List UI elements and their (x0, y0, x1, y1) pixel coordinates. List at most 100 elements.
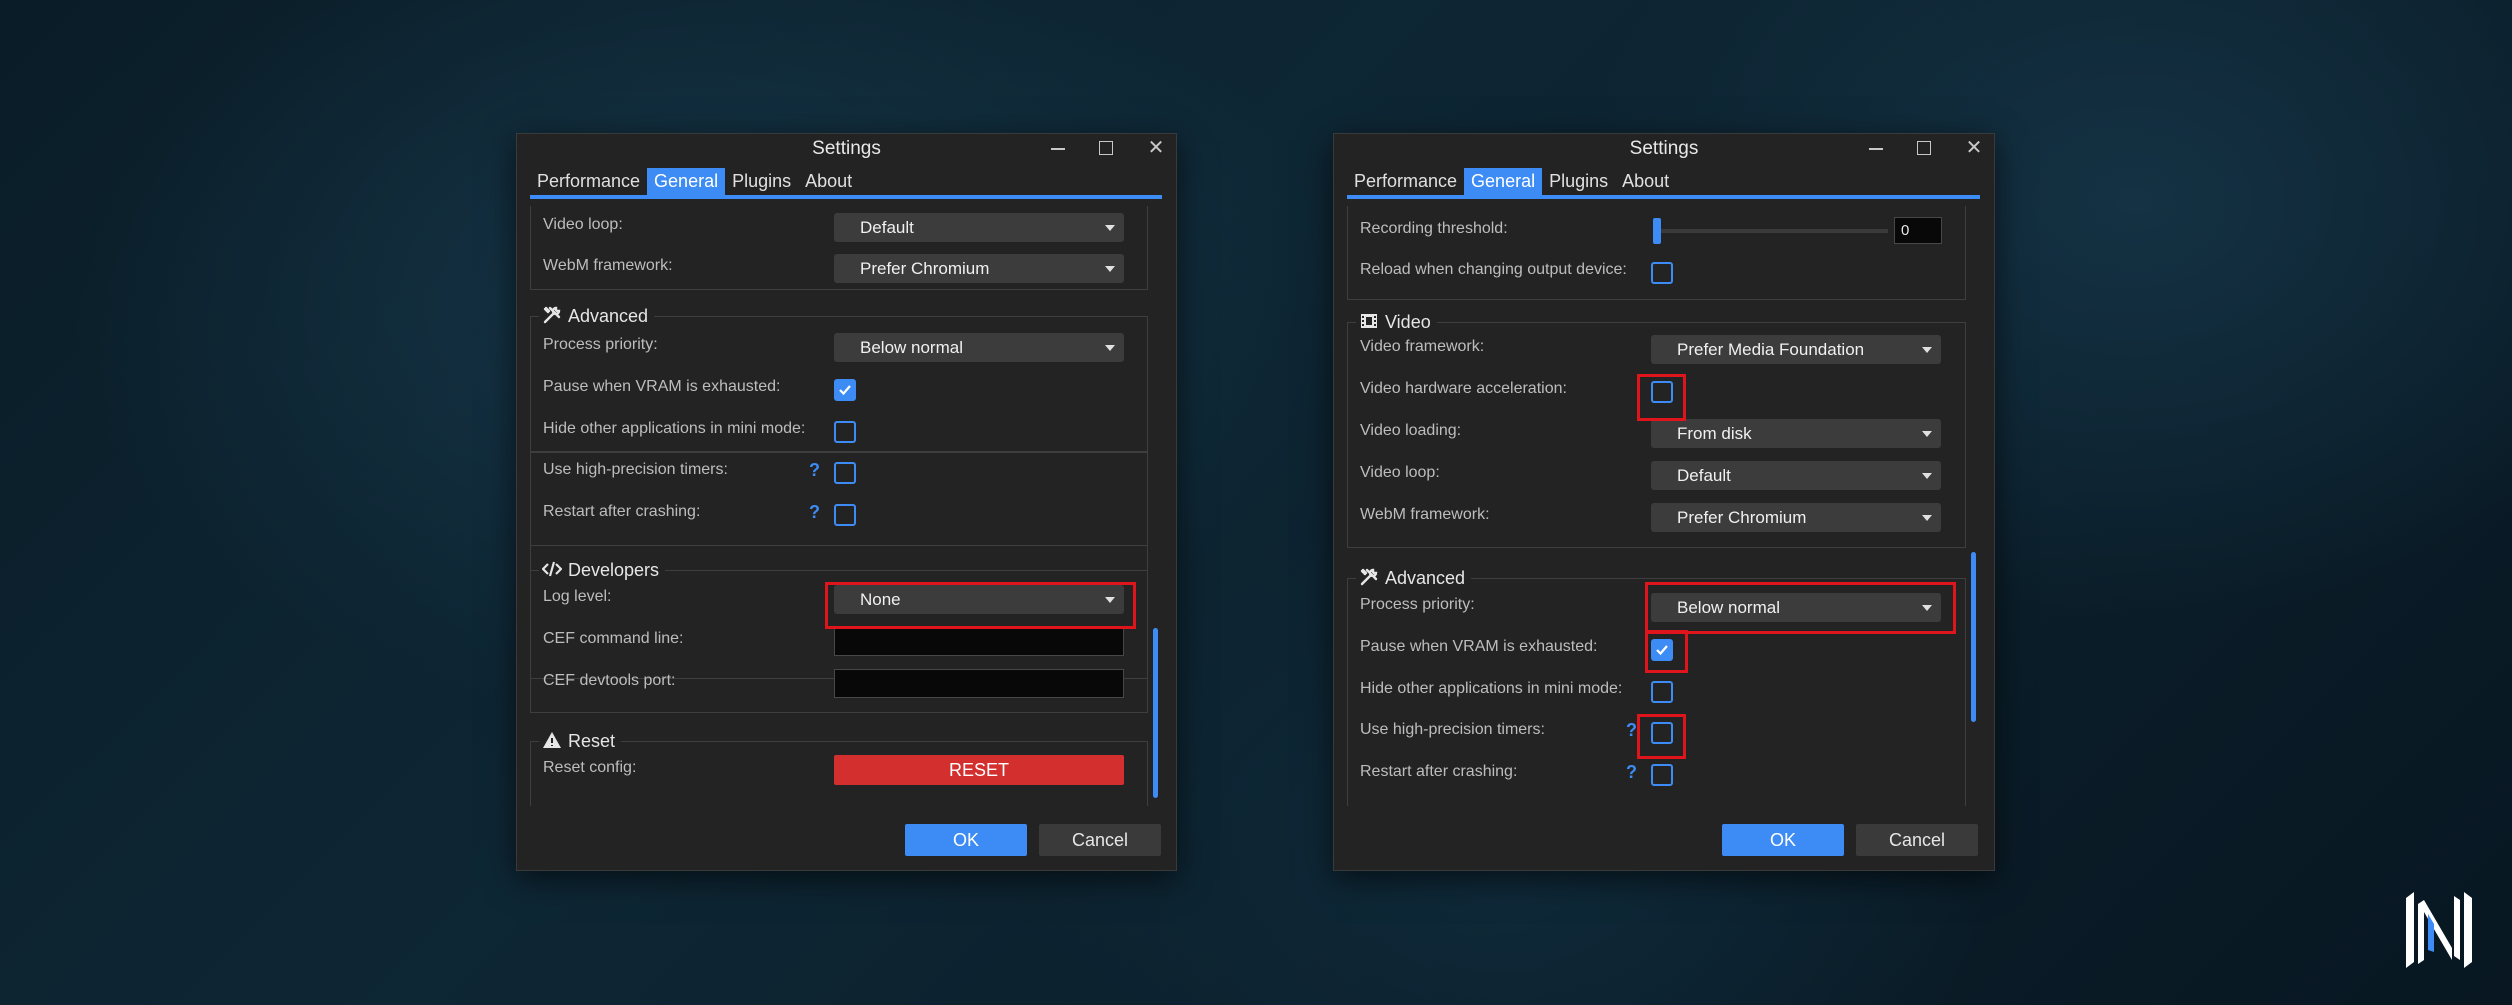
restart-label: Restart after crashing: (543, 503, 701, 520)
video-loop-select[interactable]: Default (834, 213, 1124, 242)
tab-about[interactable]: About (798, 168, 859, 195)
chevron-down-icon (1922, 605, 1932, 611)
webm-framework-value: Prefer Chromium (860, 259, 990, 278)
log-level-select[interactable]: None (834, 585, 1124, 614)
ok-button[interactable]: OK (905, 824, 1027, 856)
pause-vram-label: Pause when VRAM is exhausted: (543, 378, 781, 395)
process-priority-row: Process priority: Below normal (1348, 589, 1965, 625)
maximize-button[interactable] (1912, 136, 1936, 160)
high-precision-checkbox[interactable] (1651, 722, 1673, 744)
help-icon[interactable]: ? (809, 460, 820, 481)
recording-threshold-input[interactable]: 0 (1894, 217, 1942, 244)
video-group: Video Video framework: Prefer Media Foun… (1347, 311, 1966, 548)
cef-command-line-input[interactable] (834, 627, 1124, 656)
chevron-down-icon (1922, 431, 1932, 437)
advanced-group-title: Advanced (1356, 567, 1472, 589)
reload-output-row: Reload when changing output device: (1348, 254, 1965, 290)
cef-command-line-label: CEF command line: (543, 630, 684, 647)
chevron-down-icon (1105, 345, 1115, 351)
maximize-icon (1917, 140, 1931, 155)
help-icon[interactable]: ? (809, 502, 820, 523)
restart-checkbox[interactable] (834, 504, 856, 526)
chevron-down-icon (1105, 597, 1115, 603)
webm-framework-value: Prefer Chromium (1677, 508, 1807, 527)
video-loop-label: Video loop: (543, 216, 623, 233)
title-bar[interactable]: Settings ✕ (1334, 134, 1994, 164)
reset-title-text: Reset (568, 731, 616, 751)
title-bar[interactable]: Settings ✕ (517, 134, 1176, 164)
video-framework-select[interactable]: Prefer Media Foundation (1651, 335, 1941, 364)
tab-general[interactable]: General (647, 168, 726, 195)
chevron-down-icon (1922, 347, 1932, 353)
advanced-group-title: Advanced (539, 305, 655, 327)
reset-config-label: Reset config: (543, 759, 637, 776)
video-hw-accel-checkbox[interactable] (1651, 381, 1673, 403)
pause-vram-row: Pause when VRAM is exhausted: (1348, 631, 1965, 667)
settings-window-left: Settings ✕ Performance General Plugins A… (516, 133, 1177, 871)
audio-group-partial: Recording threshold: 0 Reload when chang… (1347, 206, 1966, 300)
webm-framework-select[interactable]: Prefer Chromium (834, 254, 1124, 283)
video-loop-value: Default (860, 218, 914, 237)
maximize-icon (1099, 140, 1113, 155)
minimize-icon (1051, 148, 1065, 151)
hide-apps-row: Hide other applications in mini mode: (531, 413, 1147, 449)
pause-vram-label: Pause when VRAM is exhausted: (1360, 638, 1598, 655)
restart-checkbox[interactable] (1651, 764, 1673, 786)
process-priority-value: Below normal (860, 338, 963, 357)
close-button[interactable]: ✕ (1144, 136, 1168, 160)
maximize-button[interactable] (1094, 136, 1118, 160)
high-precision-row: Use high-precision timers: ? (1348, 714, 1965, 750)
video-loop-value: Default (1677, 466, 1731, 485)
tab-general[interactable]: General (1464, 168, 1543, 195)
chevron-down-icon (1922, 473, 1932, 479)
reset-button[interactable]: RESET (834, 755, 1124, 785)
video-group-partial: Video loop: Default WebM framework: Pref… (530, 206, 1148, 290)
tab-performance[interactable]: Performance (530, 168, 647, 195)
high-precision-checkbox[interactable] (834, 462, 856, 484)
help-icon[interactable]: ? (1626, 720, 1637, 741)
recording-threshold-slider[interactable] (1653, 229, 1888, 233)
slider-handle[interactable] (1653, 218, 1661, 244)
hide-apps-checkbox[interactable] (834, 421, 856, 443)
hide-apps-label: Hide other applications in mini mode: (543, 420, 806, 437)
process-priority-select[interactable]: Below normal (1651, 593, 1941, 622)
developers-group: Developers Log level: None CEF command l… (530, 559, 1148, 713)
video-framework-value: Prefer Media Foundation (1677, 340, 1865, 359)
close-icon: ✕ (1147, 137, 1165, 159)
minimize-button[interactable] (1864, 136, 1888, 160)
cef-devtools-port-input[interactable] (834, 669, 1124, 698)
cancel-button[interactable]: Cancel (1856, 824, 1978, 856)
ok-button[interactable]: OK (1722, 824, 1844, 856)
tab-plugins[interactable]: Plugins (1542, 168, 1615, 195)
video-loading-label: Video loading: (1360, 422, 1462, 439)
hide-apps-checkbox[interactable] (1651, 681, 1673, 703)
process-priority-row: Process priority: Below normal (531, 329, 1147, 365)
restart-row: Restart after crashing: ? (531, 496, 1147, 532)
scrollbar[interactable] (1153, 628, 1158, 798)
webm-framework-select[interactable]: Prefer Chromium (1651, 503, 1941, 532)
advanced-title-text: Advanced (568, 306, 649, 326)
reload-output-checkbox[interactable] (1651, 262, 1673, 284)
tab-about[interactable]: About (1615, 168, 1676, 195)
scrollbar[interactable] (1971, 552, 1976, 722)
tab-performance[interactable]: Performance (1347, 168, 1464, 195)
pause-vram-row: Pause when VRAM is exhausted: (531, 371, 1147, 407)
reset-group-title: Reset (539, 730, 622, 752)
settings-scroll-area: Recording threshold: 0 Reload when chang… (1347, 206, 1966, 806)
advanced-title-text: Advanced (1385, 568, 1466, 588)
cef-command-line-row: CEF command line: (531, 623, 1147, 659)
minimize-button[interactable] (1046, 136, 1070, 160)
video-loading-select[interactable]: From disk (1651, 419, 1941, 448)
cancel-button[interactable]: Cancel (1039, 824, 1161, 856)
help-icon[interactable]: ? (1626, 762, 1637, 783)
settings-scroll-area: Video loop: Default WebM framework: Pref… (530, 206, 1148, 806)
pause-vram-checkbox[interactable] (834, 379, 856, 401)
video-loop-select[interactable]: Default (1651, 461, 1941, 490)
process-priority-select[interactable]: Below normal (834, 333, 1124, 362)
log-level-label: Log level: (543, 588, 612, 605)
tab-plugins[interactable]: Plugins (725, 168, 798, 195)
restart-label: Restart after crashing: (1360, 763, 1518, 780)
close-button[interactable]: ✕ (1962, 136, 1986, 160)
restart-row: Restart after crashing: ? (1348, 756, 1965, 792)
pause-vram-checkbox[interactable] (1651, 639, 1673, 661)
